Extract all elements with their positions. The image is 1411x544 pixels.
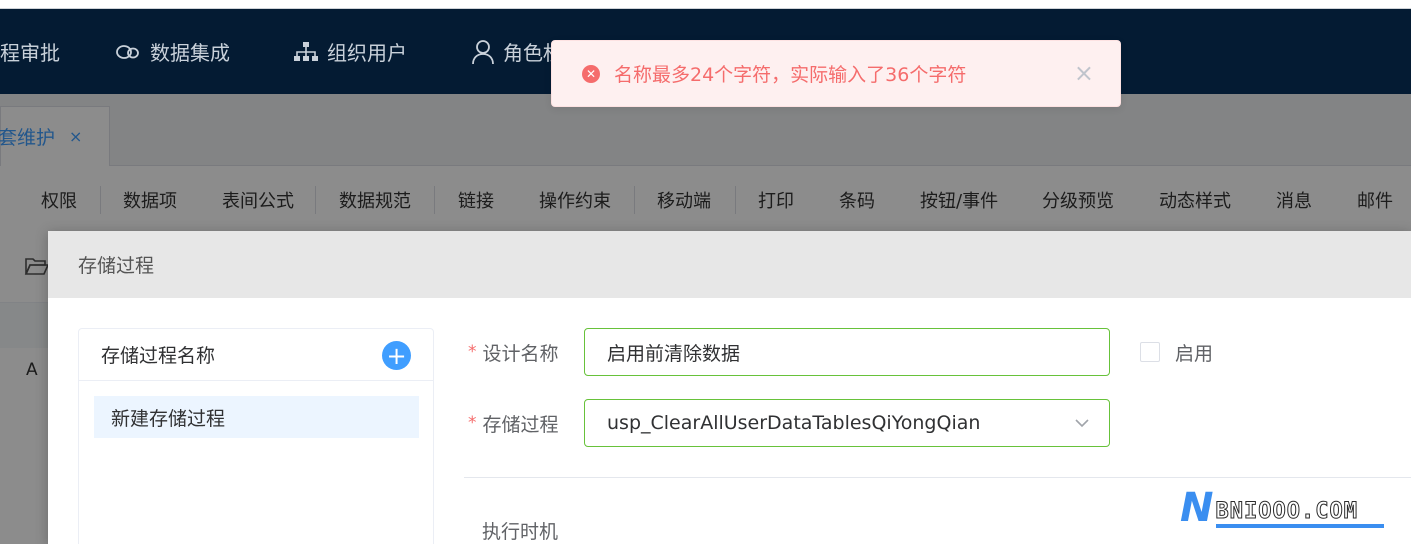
nav-item-roles[interactable]: 角色权	[471, 9, 563, 94]
watermark-text: BNIOOO.COM	[1215, 499, 1358, 525]
org-chart-icon	[294, 41, 318, 61]
nav-item-org-users[interactable]: 组织用户	[293, 9, 407, 94]
enable-checkbox[interactable]	[1140, 342, 1160, 362]
procedure-list-item[interactable]: 新建存储过程	[94, 396, 419, 438]
toast-message: 名称最多24个字符，实际输入了36个字符	[614, 64, 967, 86]
nav-item-process-approval[interactable]: 程审批	[0, 9, 60, 94]
enable-label[interactable]: 启用	[1175, 339, 1213, 366]
browser-top-edge	[0, 0, 1411, 9]
error-circle-icon: ✕	[582, 64, 600, 83]
procedure-select-value: usp_ClearAllUserDataTablesQiYongQian	[607, 412, 981, 434]
design-name-input[interactable]	[584, 328, 1110, 376]
design-name-label: * 设计名称	[468, 328, 559, 376]
user-icon	[472, 39, 494, 64]
nav-item-label: 数据集成	[150, 41, 230, 65]
procedure-list-heading: 存储过程名称	[79, 329, 433, 381]
nav-item-label: 组织用户	[327, 41, 407, 65]
nav-item-label: 程审批	[0, 41, 60, 65]
close-icon[interactable]: ×	[1074, 61, 1094, 85]
procedure-select[interactable]: usp_ClearAllUserDataTablesQiYongQian	[584, 399, 1110, 447]
link-icon	[116, 44, 139, 59]
dialog-title: 存储过程	[48, 231, 1411, 298]
watermark-letter: N	[1180, 485, 1214, 531]
required-mark: *	[468, 342, 477, 362]
procedure-list-panel: 存储过程名称 + 新建存储过程	[78, 328, 434, 544]
procedure-label-text: 存储过程	[482, 413, 559, 436]
watermark-logo: N BNIOOO.COM	[1180, 485, 1384, 531]
design-name-label-text: 设计名称	[482, 342, 559, 365]
exec-timing-label: 执行时机	[482, 521, 559, 543]
watermark-underline	[1216, 524, 1384, 528]
chevron-down-icon	[1075, 419, 1089, 428]
required-mark: *	[468, 413, 477, 433]
procedure-label: * 存储过程	[468, 399, 559, 447]
nav-item-data-integration[interactable]: 数据集成	[116, 9, 230, 94]
section-divider	[464, 477, 1411, 478]
add-procedure-button[interactable]: +	[382, 341, 411, 370]
error-toast: ✕ 名称最多24个字符，实际输入了36个字符 ×	[551, 40, 1121, 107]
